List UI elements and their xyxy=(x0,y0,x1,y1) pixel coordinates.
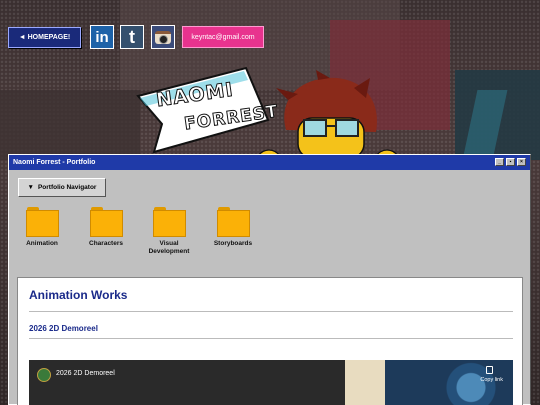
window-title: Naomi Forrest - Portfolio xyxy=(13,159,96,166)
close-button[interactable]: × xyxy=(517,158,526,166)
divider xyxy=(29,311,513,312)
folder-animation[interactable]: Animation xyxy=(12,207,72,248)
logo: NAOMI FORREST xyxy=(136,66,280,154)
channel-avatar[interactable] xyxy=(37,368,51,382)
tumblr-icon[interactable]: t xyxy=(120,25,144,49)
folder-label: Characters xyxy=(89,240,123,247)
window-controls: _ ▪ × xyxy=(495,158,526,166)
folder-icon xyxy=(25,207,59,237)
copy-link-label[interactable]: Copy link xyxy=(480,377,503,383)
folder-visual-development[interactable]: Visual Development xyxy=(139,207,199,256)
instagram-icon[interactable] xyxy=(151,25,175,49)
divider xyxy=(29,338,513,339)
portfolio-navigator-label: Portfolio Navigator xyxy=(37,184,97,191)
linkedin-glyph: in xyxy=(95,28,109,46)
folder-icon xyxy=(216,207,250,237)
avatar xyxy=(258,70,398,159)
tumblr-glyph: t xyxy=(129,26,135,47)
copy-link-icon[interactable] xyxy=(486,366,493,374)
minimize-button[interactable]: _ xyxy=(495,158,504,166)
section-title: Animation Works xyxy=(29,288,128,302)
folder-storyboards[interactable]: Storyboards xyxy=(203,207,263,248)
homepage-button[interactable]: ◄ HOMEPAGE! xyxy=(8,27,81,48)
window-titlebar[interactable]: Naomi Forrest - Portfolio _ ▪ × xyxy=(9,155,530,170)
folder-characters[interactable]: Characters xyxy=(76,207,136,248)
dropdown-arrow-icon: ▼ xyxy=(27,184,34,191)
reel-title: 2026 2D Demoreel xyxy=(29,324,98,333)
folder-icon xyxy=(152,207,186,237)
video-embed[interactable]: 2026 2D Demoreel Copy link xyxy=(29,360,513,405)
portfolio-navigator-button[interactable]: ▼ Portfolio Navigator xyxy=(18,178,106,197)
folder-icon xyxy=(89,207,123,237)
background-shape xyxy=(0,90,140,160)
video-title[interactable]: 2026 2D Demoreel xyxy=(56,370,115,377)
camera-icon xyxy=(155,30,171,44)
maximize-button[interactable]: ▪ xyxy=(506,158,515,166)
portfolio-window: Naomi Forrest - Portfolio _ ▪ × ▼ Portfo… xyxy=(8,154,531,405)
linkedin-icon[interactable]: in xyxy=(90,25,114,49)
folder-label: Visual Development xyxy=(148,240,190,255)
folder-label: Storyboards xyxy=(213,240,253,247)
folder-label: Animation xyxy=(26,240,58,247)
content-panel: Animation Works 2026 2D Demoreel 2026 2D… xyxy=(17,277,523,405)
email-button[interactable]: keyntac@gmail.com xyxy=(182,26,264,48)
